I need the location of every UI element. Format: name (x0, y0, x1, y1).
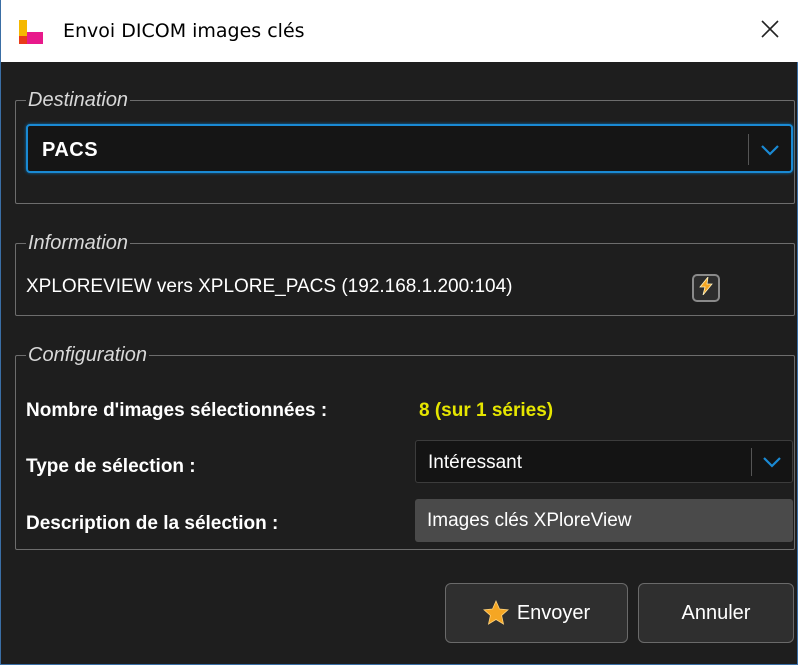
selected-count-value: 8 (sur 1 séries) (419, 400, 554, 421)
window-title: Envoi DICOM images clés (63, 20, 305, 42)
information-legend: Information (26, 232, 131, 254)
combo-separator (751, 448, 752, 476)
send-button[interactable]: Envoyer (445, 583, 628, 643)
close-icon (760, 19, 780, 44)
close-button[interactable] (741, 0, 798, 62)
selection-description-input[interactable] (415, 499, 793, 542)
connection-info: XPLOREVIEW vers XPLORE_PACS (192.168.1.2… (26, 276, 513, 297)
cancel-button-label: Annuler (681, 601, 751, 624)
information-group: Information XPLOREVIEW vers XPLORE_PACS … (15, 232, 795, 316)
selection-description-label: Description de la sélection : (26, 513, 279, 534)
destination-group: Destination PACS (15, 89, 795, 204)
configuration-legend: Configuration (26, 344, 149, 366)
selected-count-label: Nombre d'images sélectionnées : (26, 400, 328, 421)
app-logo-icon (19, 20, 43, 44)
selection-type-value: Intéressant (428, 452, 522, 473)
send-button-label: Envoyer (516, 601, 591, 624)
cancel-button[interactable]: Annuler (638, 583, 794, 643)
destination-legend: Destination (26, 89, 131, 111)
combo-separator (748, 134, 749, 165)
test-connection-button[interactable] (692, 274, 720, 302)
destination-select[interactable]: PACS (26, 124, 793, 173)
dicom-send-dialog: Envoi DICOM images clés Destination PACS… (0, 0, 798, 665)
selection-type-select[interactable]: Intéressant (415, 440, 793, 483)
chevron-down-icon[interactable] (759, 139, 781, 161)
configuration-group: Configuration Nombre d'images sélectionn… (15, 344, 795, 550)
selection-type-label: Type de sélection : (26, 456, 196, 477)
destination-value: PACS (42, 139, 99, 161)
lightning-icon (698, 275, 714, 300)
chevron-down-icon[interactable] (761, 451, 783, 473)
title-bar: Envoi DICOM images clés (1, 0, 798, 62)
star-icon (482, 600, 509, 626)
